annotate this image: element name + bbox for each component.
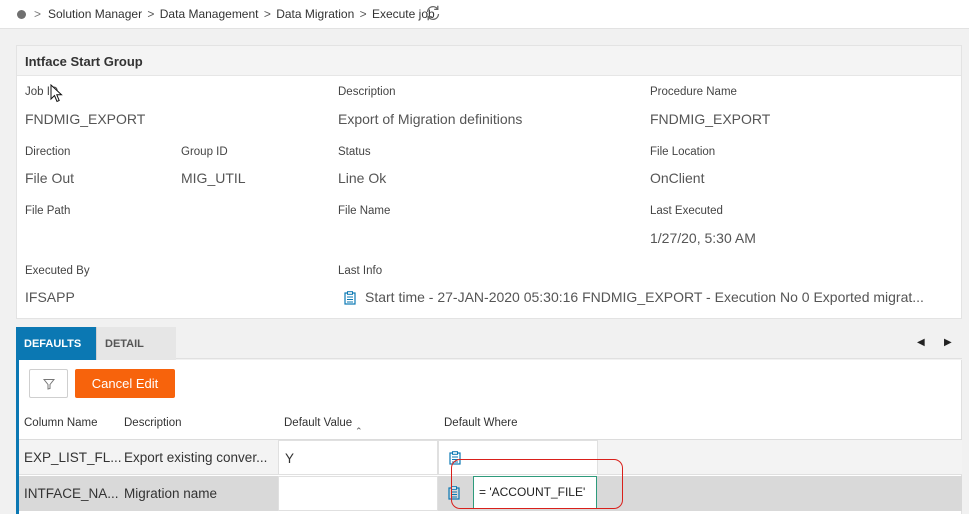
default-value-input[interactable]	[278, 476, 438, 511]
header-card: Intface Start Group Job ID FNDMIG_EXPORT…	[16, 45, 962, 319]
sort-caret-icon: ⌃	[355, 426, 363, 436]
tab-detail[interactable]: DETAIL	[96, 327, 176, 360]
tab-defaults[interactable]: DEFAULTS	[16, 327, 96, 360]
defaults-panel: Cancel Edit Column Name Description Defa…	[16, 360, 962, 514]
last-info-value[interactable]: Start time - 27-JAN-2020 05:30:16 FNDMIG…	[365, 289, 955, 305]
mouse-cursor-icon	[50, 84, 63, 103]
last-executed-label: Last Executed	[650, 205, 723, 217]
group-id-value: MIG_UTIL	[181, 170, 246, 186]
chevron-right-icon: >	[34, 7, 42, 21]
last-executed-value: 1/27/20, 5:30 AM	[650, 230, 756, 246]
breadcrumb-solution-manager[interactable]: Solution Manager	[48, 7, 142, 21]
cell-description: Export existing conver...	[124, 450, 268, 465]
annotation-highlight	[451, 459, 623, 509]
breadcrumb-data-management[interactable]: Data Management	[160, 7, 259, 21]
description-value: Export of Migration definitions	[338, 111, 523, 127]
status-value: Line Ok	[338, 170, 387, 186]
file-path-label: File Path	[25, 205, 71, 217]
filter-icon	[43, 379, 55, 390]
filter-button[interactable]	[29, 369, 68, 398]
arrow-left-icon[interactable]: ◀	[917, 337, 925, 348]
breadcrumb-separator: >	[263, 7, 271, 21]
executed-by-label: Executed By	[25, 265, 90, 277]
file-location-value: OnClient	[650, 170, 705, 186]
breadcrumb: Solution Manager > Data Management > Dat…	[48, 7, 435, 21]
breadcrumb-separator: >	[147, 7, 155, 21]
tab-bar: DEFAULTS DETAIL ◀ ▶	[16, 327, 962, 360]
default-value-input[interactable]: Y	[278, 440, 438, 475]
file-location-label: File Location	[650, 146, 716, 158]
cell-column-name: EXP_LIST_FL...	[24, 450, 122, 465]
status-label: Status	[338, 146, 371, 158]
refresh-icon[interactable]	[424, 4, 442, 22]
circle-icon[interactable]	[17, 10, 26, 19]
card-title: Intface Start Group	[17, 46, 961, 76]
column-header-default-where[interactable]: Default Where	[444, 417, 518, 429]
cell-column-name: INTFACE_NA...	[24, 486, 119, 501]
direction-value: File Out	[25, 170, 75, 186]
top-bar: > Solution Manager > Data Management > D…	[0, 0, 969, 29]
breadcrumb-separator: >	[359, 7, 367, 21]
cell-default-value: Y	[285, 451, 295, 466]
direction-label: Direction	[25, 146, 71, 158]
column-header-description[interactable]: Description	[124, 417, 182, 429]
cancel-edit-button[interactable]: Cancel Edit	[75, 369, 175, 398]
clipboard-icon[interactable]	[344, 291, 356, 305]
last-info-label: Last Info	[338, 265, 383, 277]
file-name-label: File Name	[338, 205, 391, 217]
breadcrumb-data-migration[interactable]: Data Migration	[276, 7, 354, 21]
procedure-name-label: Procedure Name	[650, 86, 737, 98]
job-id-value: FNDMIG_EXPORT	[25, 111, 146, 127]
group-id-label: Group ID	[181, 146, 228, 158]
procedure-name-value: FNDMIG_EXPORT	[650, 111, 771, 127]
description-label: Description	[338, 86, 396, 98]
column-header-default-value[interactable]: Default Value	[284, 417, 352, 429]
column-header-column-name[interactable]: Column Name	[24, 417, 98, 429]
cell-description: Migration name	[124, 486, 218, 501]
executed-by-value: IFSAPP	[25, 289, 75, 305]
arrow-right-icon[interactable]: ▶	[944, 337, 952, 348]
